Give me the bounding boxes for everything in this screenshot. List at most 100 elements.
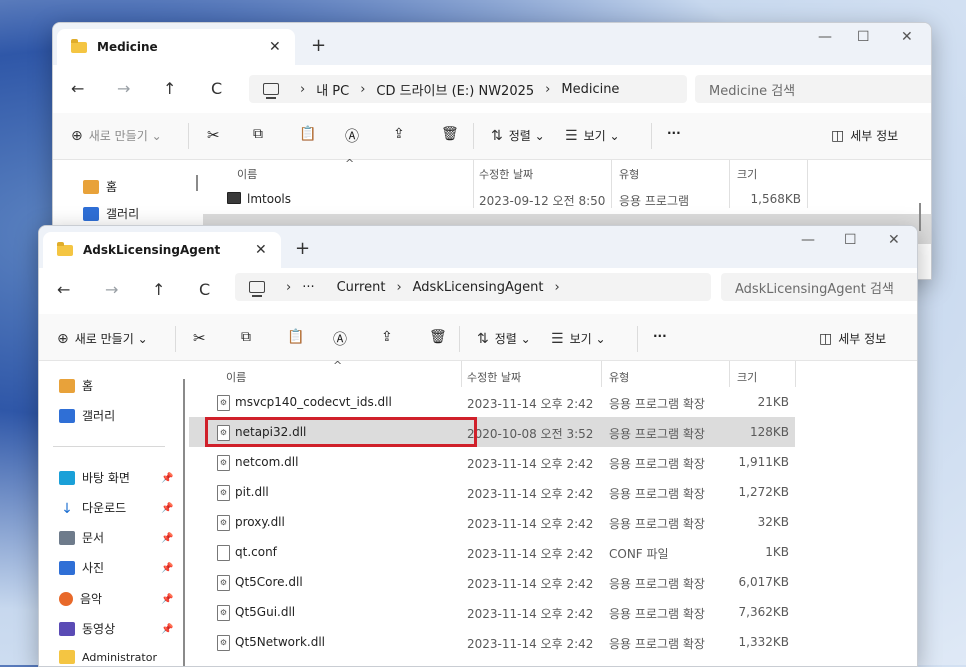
back-button[interactable]: ←: [57, 280, 70, 299]
rename-icon[interactable]: Ⓐ: [333, 329, 347, 349]
maximize-button[interactable]: ☐: [844, 232, 857, 248]
new-button[interactable]: ⊕ 새로 만들기 ⌄: [57, 330, 148, 347]
application-icon: [227, 192, 241, 204]
sort-icon: ⇅: [477, 330, 489, 347]
details-pane-button[interactable]: ◫ 세부 정보: [831, 127, 898, 144]
list-scrollbar[interactable]: [919, 203, 921, 231]
search-input[interactable]: Medicine 검색: [695, 75, 931, 103]
view-button[interactable]: ☰ 보기 ⌄: [565, 127, 620, 144]
new-tab-button[interactable]: +: [311, 35, 326, 56]
paste-icon[interactable]: 📋: [287, 329, 304, 345]
share-icon[interactable]: ⇪: [393, 126, 405, 142]
list-item[interactable]: ⚙ Qt5Gui.dll 2023-11-14 오후 2:42 응용 프로그램 확장 7…: [189, 597, 795, 627]
share-icon[interactable]: ⇪: [381, 329, 393, 345]
sidebar-item-home[interactable]: 홈: [59, 377, 93, 394]
cut-icon[interactable]: ✂: [207, 126, 220, 144]
column-header-date[interactable]: 수정한 날짜: [467, 369, 521, 385]
sidebar-item-pictures[interactable]: 사진: [59, 559, 104, 576]
forward-button[interactable]: →: [105, 280, 118, 299]
breadcrumb-item[interactable]: Medicine: [561, 82, 619, 97]
list-item[interactable]: ⚙ proxy.dll 2023-11-14 오후 2:42 응용 프로그램 확장 32…: [189, 507, 795, 537]
sidebar-item-desktop[interactable]: 바탕 화면: [59, 469, 130, 486]
sidebar-scrollbar[interactable]: [183, 379, 185, 666]
sidebar-item-downloads[interactable]: ↓ 다운로드: [59, 499, 127, 517]
column-header-name[interactable]: 이름: [226, 369, 246, 385]
more-options-button[interactable]: ···: [653, 329, 667, 343]
sidebar-item-label: 문서: [82, 531, 105, 545]
list-item[interactable]: qt.conf 2023-11-14 오후 2:42 CONF 파일 1KB: [189, 537, 795, 567]
copy-icon[interactable]: ⧉: [253, 126, 263, 142]
search-input[interactable]: AdskLicensingAgent 검색: [721, 273, 917, 301]
up-button[interactable]: ↑: [152, 280, 165, 299]
minimize-button[interactable]: —: [818, 29, 832, 45]
column-header-size[interactable]: 크기: [737, 166, 757, 182]
sidebar-scrollbar[interactable]: [196, 175, 198, 191]
file-size: 1,568KB: [750, 192, 801, 206]
list-item[interactable]: lmtools 2023-09-12 오전 8:50 응용 프로그램 1,568…: [203, 184, 931, 214]
chevron-right-icon: ›: [286, 279, 292, 295]
up-button[interactable]: ↑: [163, 79, 176, 98]
sidebar-item-administrator[interactable]: Administrator: [59, 650, 157, 664]
close-window-button[interactable]: ✕: [888, 232, 900, 248]
sidebar-item-label: 다운로드: [82, 501, 127, 515]
plus-circle-icon: ⊕: [71, 127, 83, 144]
gallery-icon: [83, 206, 99, 221]
tab-adsklicensingagent[interactable]: AdskLicensingAgent ✕: [43, 232, 281, 268]
breadcrumb-item[interactable]: 내 PC: [316, 80, 349, 99]
refresh-button[interactable]: C: [211, 79, 222, 98]
divider: [651, 123, 652, 149]
rename-icon[interactable]: Ⓐ: [345, 126, 359, 146]
breadcrumb-overflow[interactable]: ···: [302, 280, 314, 295]
breadcrumb-item[interactable]: Current: [337, 280, 386, 295]
sort-button[interactable]: ⇅ 정렬 ⌄: [491, 127, 545, 144]
dll-file-icon: ⚙: [217, 395, 230, 411]
file-type: 응용 프로그램 확장: [609, 487, 705, 501]
close-window-button[interactable]: ✕: [901, 29, 913, 45]
breadcrumb-item[interactable]: AdskLicensingAgent: [413, 280, 544, 295]
list-item[interactable]: ⚙ msvcp140_codecvt_ids.dll 2023-11-14 오후 2…: [189, 387, 795, 417]
file-size: 6,017KB: [738, 575, 789, 589]
forward-button[interactable]: →: [117, 79, 130, 98]
minimize-button[interactable]: —: [801, 232, 815, 248]
sidebar-item-videos[interactable]: 동영상: [59, 620, 115, 637]
list-item[interactable]: ⚙ Qt5Core.dll 2023-11-14 오후 2:42 응용 프로그램 확장…: [189, 567, 795, 597]
tab-medicine[interactable]: Medicine ✕: [57, 29, 295, 65]
sidebar-item-gallery[interactable]: 갤러리: [83, 205, 139, 222]
sidebar-item-documents[interactable]: 문서: [59, 529, 104, 546]
sidebar-item-gallery[interactable]: 갤러리: [59, 407, 115, 424]
copy-icon[interactable]: ⧉: [241, 329, 251, 345]
delete-icon[interactable]: 🗑: [429, 329, 447, 345]
gallery-icon: [59, 408, 75, 423]
music-icon: [59, 591, 73, 606]
column-header-name[interactable]: 이름: [237, 166, 257, 182]
column-header-date[interactable]: 수정한 날짜: [479, 166, 533, 182]
column-header-type[interactable]: 유형: [619, 166, 639, 182]
column-divider: [601, 361, 602, 387]
more-options-button[interactable]: ···: [667, 126, 681, 140]
address-bar[interactable]: › ··· Current › AdskLicensingAgent ›: [235, 273, 711, 301]
new-button[interactable]: ⊕ 새로 만들기 ⌄: [71, 127, 162, 144]
close-tab-icon[interactable]: ✕: [269, 39, 281, 55]
back-button[interactable]: ←: [71, 79, 84, 98]
maximize-button[interactable]: ☐: [857, 29, 870, 45]
details-pane-button[interactable]: ◫ 세부 정보: [819, 330, 886, 347]
list-item[interactable]: ⚙ netcom.dll 2023-11-14 오후 2:42 응용 프로그램 확장 1…: [189, 447, 795, 477]
refresh-button[interactable]: C: [199, 280, 210, 299]
view-button[interactable]: ☰ 보기 ⌄: [551, 330, 606, 347]
breadcrumb-item[interactable]: CD 드라이브 (E:) NW2025: [376, 80, 534, 99]
address-bar[interactable]: › 내 PC › CD 드라이브 (E:) NW2025 › Medicine: [249, 75, 687, 103]
new-tab-button[interactable]: +: [295, 238, 310, 259]
sidebar-item-home[interactable]: 홈: [83, 178, 117, 195]
cut-icon[interactable]: ✂: [193, 329, 206, 347]
list-item[interactable]: ⚙ Qt5Network.dll 2023-11-14 오후 2:42 응용 프로그램…: [189, 627, 795, 657]
sort-button[interactable]: ⇅ 정렬 ⌄: [477, 330, 531, 347]
list-item[interactable]: ⚙ pit.dll 2023-11-14 오후 2:42 응용 프로그램 확장 1,27…: [189, 477, 795, 507]
file-name: msvcp140_codecvt_ids.dll: [235, 395, 392, 409]
paste-icon[interactable]: 📋: [299, 126, 316, 142]
details-label: 세부 정보: [838, 332, 887, 346]
sidebar-item-music[interactable]: 음악: [59, 590, 102, 607]
delete-icon[interactable]: 🗑: [441, 126, 459, 142]
close-tab-icon[interactable]: ✕: [255, 242, 267, 258]
column-header-type[interactable]: 유형: [609, 369, 629, 385]
column-header-size[interactable]: 크기: [737, 369, 757, 385]
